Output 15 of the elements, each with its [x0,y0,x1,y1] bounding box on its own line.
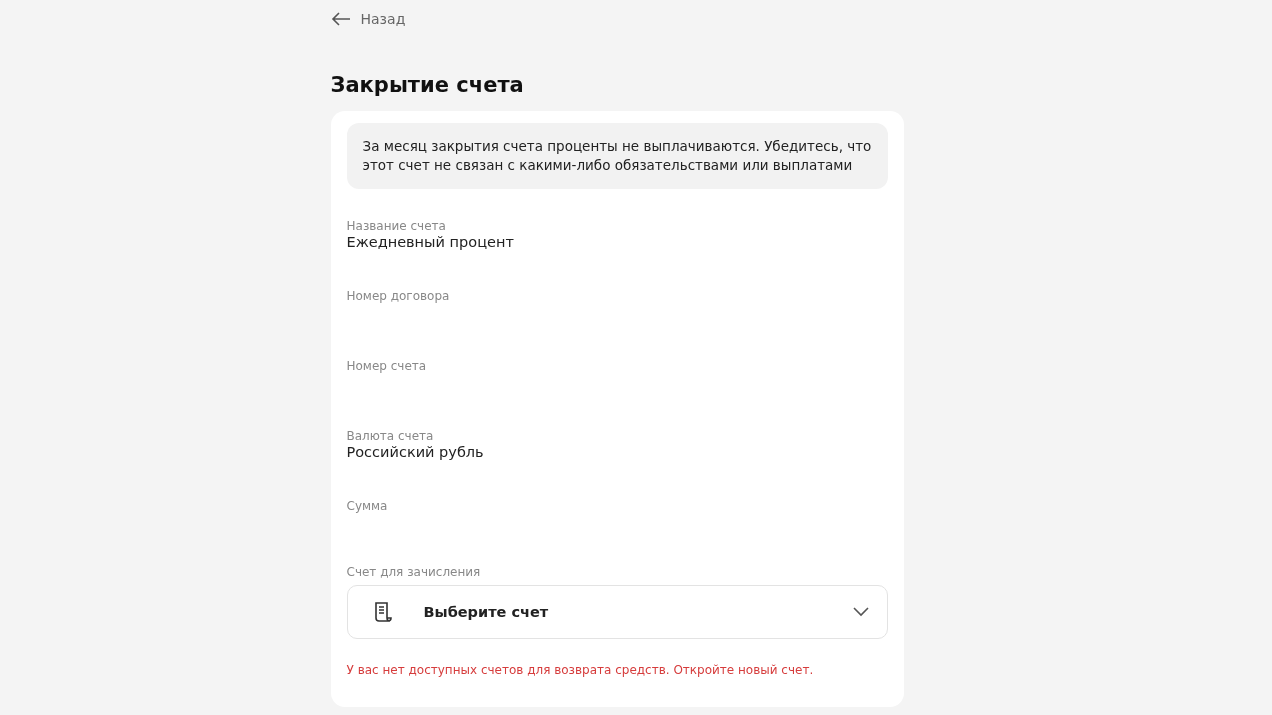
field-label: Номер счета [346,359,427,373]
field-label: Сумма [346,499,388,513]
field-label: Название счета [346,219,446,233]
account-select[interactable]: Выберите счет [346,585,888,639]
back-arrow-icon [330,12,351,26]
field-label: Счет для зачисления [346,565,481,579]
field-label: Валюта счета [346,429,434,443]
notice-text: За месяц закрытия счета проценты не выплачиваются. Убедитесь, что этот счет не связан с какими-либо обязательствами или выплатами [346,123,888,189]
field-value: Российский рубль [346,444,484,460]
page-title: Закрытие счета [330,73,525,97]
back-link[interactable]: Назад [330,11,406,27]
field-value: Ежедневный процент [346,234,514,250]
field-label: Номер договора [346,289,450,303]
error-message: У вас нет доступных счетов для возврата средств. Откройте новый счет. [346,663,814,677]
chevron-down-icon [852,607,869,617]
